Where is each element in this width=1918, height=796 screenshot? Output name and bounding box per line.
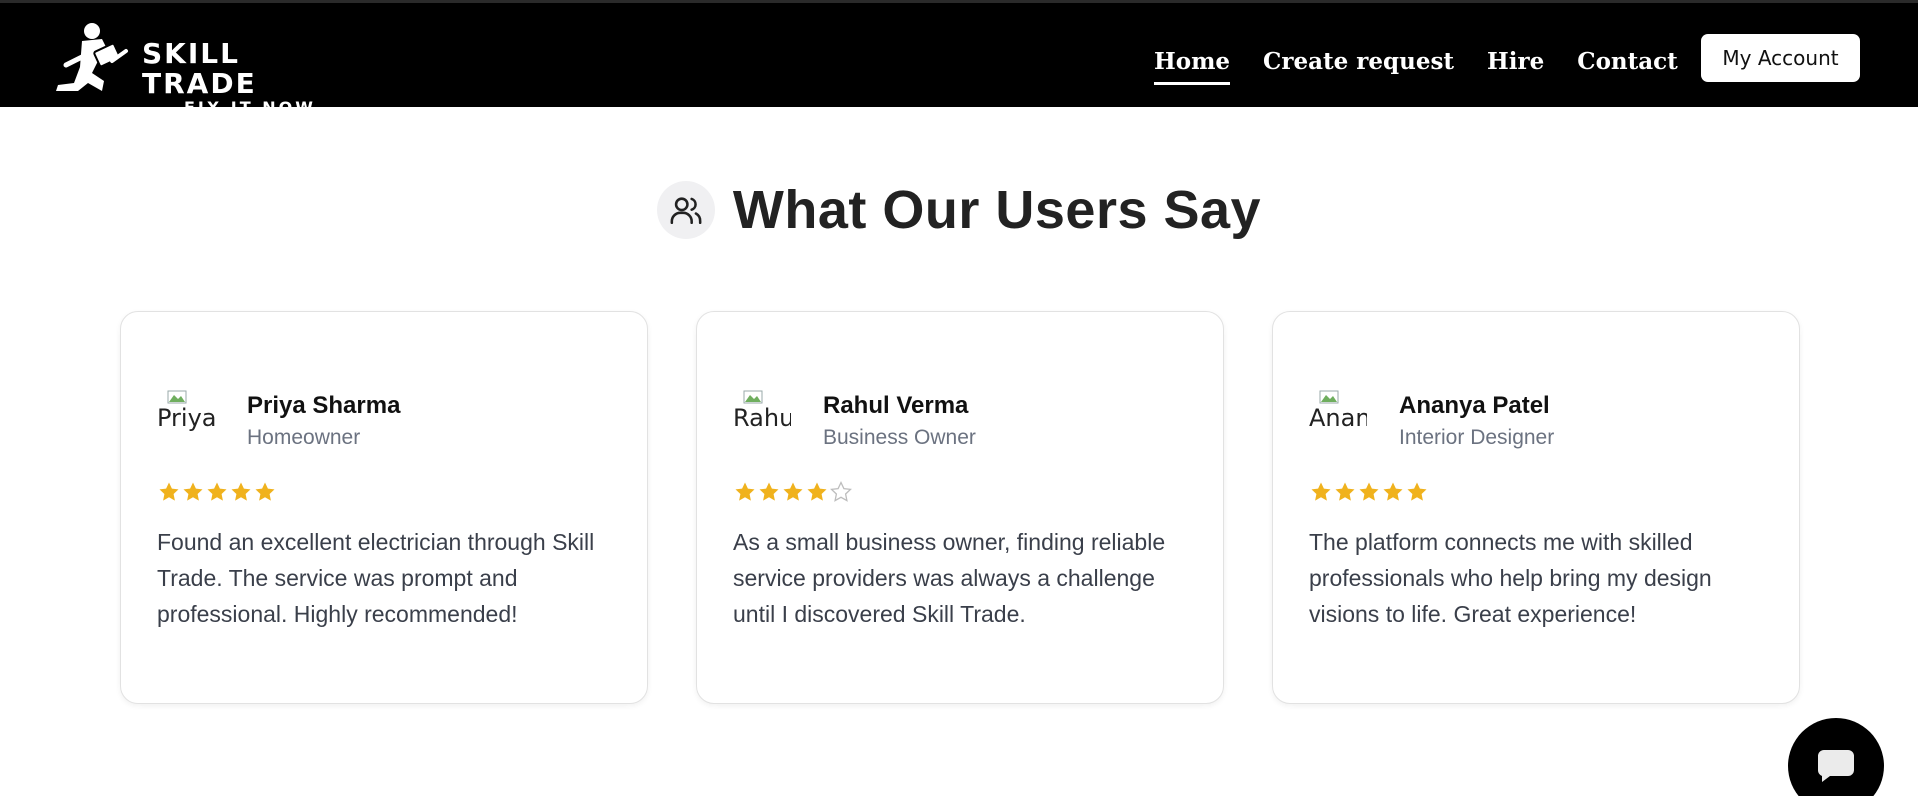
nav-link-contact[interactable]: Contact [1577, 48, 1678, 75]
testimonial-card: Rahul Rahul Verma Business Owner As a sm… [696, 311, 1224, 704]
avatar: Rahul [733, 390, 791, 458]
avatar-alt-text: Priya [157, 404, 215, 432]
avatar-alt-text: Rahul [733, 404, 791, 432]
star-rating [733, 480, 853, 504]
testimonial-quote: The platform connects me with skilled pr… [1309, 529, 1712, 627]
avatar-alt-text: Ananya [1309, 404, 1367, 432]
user-role: Business Owner [823, 426, 976, 449]
broken-image-icon [167, 390, 187, 404]
star-filled-icon [183, 482, 203, 501]
star-filled-icon [759, 482, 779, 501]
star-filled-icon [207, 482, 227, 501]
testimonial-card: Priya Priya Sharma Homeowner Found an ex… [120, 311, 648, 704]
star-filled-icon [1311, 482, 1331, 501]
nav-link-home[interactable]: Home [1154, 48, 1231, 85]
navbar: SKILL TRADE FIX IT NOW Home Create reque… [0, 0, 1918, 117]
star-filled-icon [783, 482, 803, 501]
star-filled-icon [735, 482, 755, 501]
my-account-button[interactable]: My Account [1701, 34, 1860, 82]
star-rating [157, 480, 277, 504]
star-filled-icon [1335, 482, 1355, 501]
nav-link-hire[interactable]: Hire [1487, 48, 1544, 75]
testimonial-quote: As a small business owner, finding relia… [733, 529, 1166, 627]
user-role: Interior Designer [1399, 426, 1555, 449]
brand-title: SKILL TRADE [142, 37, 257, 100]
star-filled-icon [231, 482, 251, 501]
brand-logo[interactable]: SKILL TRADE FIX IT NOW [52, 21, 352, 117]
main-nav: Home Create request Hire Contact [1154, 41, 1711, 85]
star-filled-icon [1407, 482, 1427, 501]
star-filled-icon [1383, 482, 1403, 501]
star-filled-icon [1359, 482, 1379, 501]
users-icon [656, 181, 715, 239]
testimonials-heading: What Our Users Say [0, 175, 1918, 245]
handyman-logo-icon [56, 23, 128, 91]
brand-text: SKILL TRADE FIX IT NOW [142, 39, 352, 117]
star-rating [1309, 480, 1429, 504]
testimonial-quote: Found an excellent electrician through S… [157, 529, 595, 627]
avatar: Priya [157, 390, 215, 458]
broken-image-icon [743, 390, 763, 404]
star-empty-icon [830, 480, 852, 502]
nav-link-create-request[interactable]: Create request [1263, 48, 1454, 75]
chat-bubble-icon [1817, 750, 1854, 782]
broken-image-icon [1319, 390, 1339, 404]
star-filled-icon [255, 482, 275, 501]
user-name: Ananya Patel [1399, 392, 1550, 419]
page-title: What Our Users Say [732, 180, 1262, 240]
user-name: Priya Sharma [247, 392, 401, 419]
star-filled-icon [807, 482, 827, 501]
testimonial-card: Ananya Ananya Patel Interior Designer Th… [1272, 311, 1800, 704]
brand-tagline: FIX IT NOW [184, 98, 316, 117]
user-name: Rahul Verma [823, 392, 969, 419]
user-role: Homeowner [247, 426, 361, 449]
chat-button[interactable] [1788, 718, 1884, 796]
avatar: Ananya [1309, 390, 1367, 458]
star-filled-icon [159, 482, 179, 501]
